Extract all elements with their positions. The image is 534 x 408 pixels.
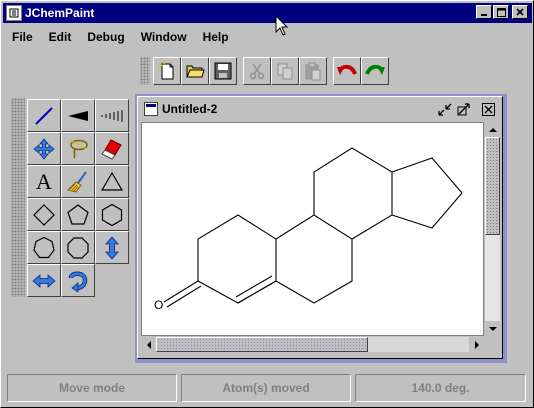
scroll-down-icon [488,326,497,331]
draw-bond-icon [35,106,53,125]
maximize-doc-button[interactable] [456,102,471,116]
menu-debug[interactable]: Debug [78,30,131,44]
status-mode: Move mode [7,374,177,402]
move-icon [33,137,55,160]
minimize-button[interactable] [476,5,492,19]
minimize-arrows-icon [437,103,451,116]
pentagon-ring-icon [67,203,89,225]
molecule-structure: O [154,147,463,312]
document-title-bar[interactable]: Untitled-2 [140,99,500,119]
oxygen-atom-label: O [154,298,163,312]
menu-help[interactable]: Help [194,30,236,44]
eraser-tool[interactable] [95,132,129,165]
flip-vertical-tool[interactable] [95,231,129,264]
cut-scissors-icon [249,63,265,80]
close-icon [482,102,495,116]
status-bar: Move mode Atom(s) moved 140.0 deg. [7,374,528,402]
wedge-bond-tool[interactable] [61,99,95,132]
status-message: Atom(s) moved [181,374,351,402]
document-title: Untitled-2 [162,102,218,116]
square-ring-icon [33,203,55,226]
menu-bar: File Edit Debug Window Help [3,27,532,47]
heptagon-ring-icon [33,236,55,258]
new-document-icon [158,61,174,80]
open-folder-icon [186,65,205,78]
hexagon-ring-tool[interactable] [95,198,129,231]
cleanup-tool[interactable] [61,165,95,198]
mouse-pointer-icon [275,15,289,36]
close-button[interactable] [512,5,528,19]
hexagon-ring-icon [101,203,123,226]
redo-button[interactable] [361,57,389,85]
menu-file[interactable]: File [3,30,40,44]
move-tool[interactable] [27,132,61,165]
undo-icon [337,64,357,75]
lasso-select-tool[interactable] [61,132,95,165]
scroll-right-icon [474,340,479,349]
hash-bond-icon [101,109,123,122]
draw-bond-tool[interactable] [27,99,61,132]
maximize-arrows-icon [457,102,470,115]
molecule-bonds [163,147,463,308]
scroll-up-icon [488,127,497,132]
cut-button[interactable] [243,57,271,85]
toolbar-grip[interactable] [140,57,150,85]
square-ring-tool[interactable] [27,198,61,231]
app-icon [6,5,22,21]
atom-label-tool[interactable]: A [27,165,61,198]
triangle-ring-tool[interactable] [95,165,129,198]
triangle-ring-icon [100,171,124,191]
window-title: JChemPaint [25,6,95,20]
flip-horizontal-tool[interactable] [27,264,61,297]
flip-vertical-icon [105,235,119,260]
title-bar[interactable]: JChemPaint [3,3,532,23]
document-icon [144,102,158,116]
cleanup-broom-icon [67,170,87,193]
scroll-right-button[interactable] [469,337,484,352]
menu-window[interactable]: Window [132,30,194,44]
paste-button[interactable] [299,57,327,85]
maximize-button[interactable] [493,5,509,19]
pentagon-ring-tool[interactable] [61,198,95,231]
save-button[interactable] [209,57,237,85]
wedge-bond-icon [68,110,88,121]
rotate-tool[interactable] [61,264,95,297]
horizontal-scroll-thumb[interactable] [156,337,368,352]
hash-bond-tool[interactable] [95,99,129,132]
vertical-scrollbar[interactable] [485,122,500,336]
main-toolbar [140,56,389,86]
save-disk-icon [214,62,232,80]
document-window: Untitled-2 O [137,96,503,359]
iconify-button[interactable] [437,102,452,116]
new-document-button[interactable] [153,57,181,85]
status-angle: 140.0 deg. [355,374,526,402]
vertical-scroll-thumb[interactable] [485,137,500,235]
redo-icon [365,64,385,75]
octagon-ring-icon [67,236,89,259]
scroll-left-button[interactable] [141,337,156,352]
app-window: JChemPaint File Edit Debug Window Help A… [0,0,534,408]
scroll-up-button[interactable] [485,122,500,137]
paste-icon [305,62,321,81]
scroll-down-button[interactable] [485,321,500,336]
flip-horizontal-icon [32,273,56,288]
menu-edit[interactable]: Edit [40,30,79,44]
scroll-corner [485,337,500,352]
scroll-left-icon [146,340,151,349]
eraser-icon [101,138,122,160]
atom-label-icon: A [36,168,52,194]
lasso-select-icon [70,139,88,158]
undo-button[interactable] [333,57,361,85]
drawing-canvas[interactable]: O [141,122,484,336]
octagon-ring-tool[interactable] [61,231,95,264]
heptagon-ring-tool[interactable] [27,231,61,264]
palette-grip[interactable] [11,98,25,297]
tool-palette: A [11,98,129,298]
horizontal-scrollbar[interactable] [141,337,484,352]
open-button[interactable] [181,57,209,85]
copy-icon [277,63,293,80]
close-doc-button[interactable] [481,102,496,116]
rotate-icon [68,271,88,293]
copy-button[interactable] [271,57,299,85]
